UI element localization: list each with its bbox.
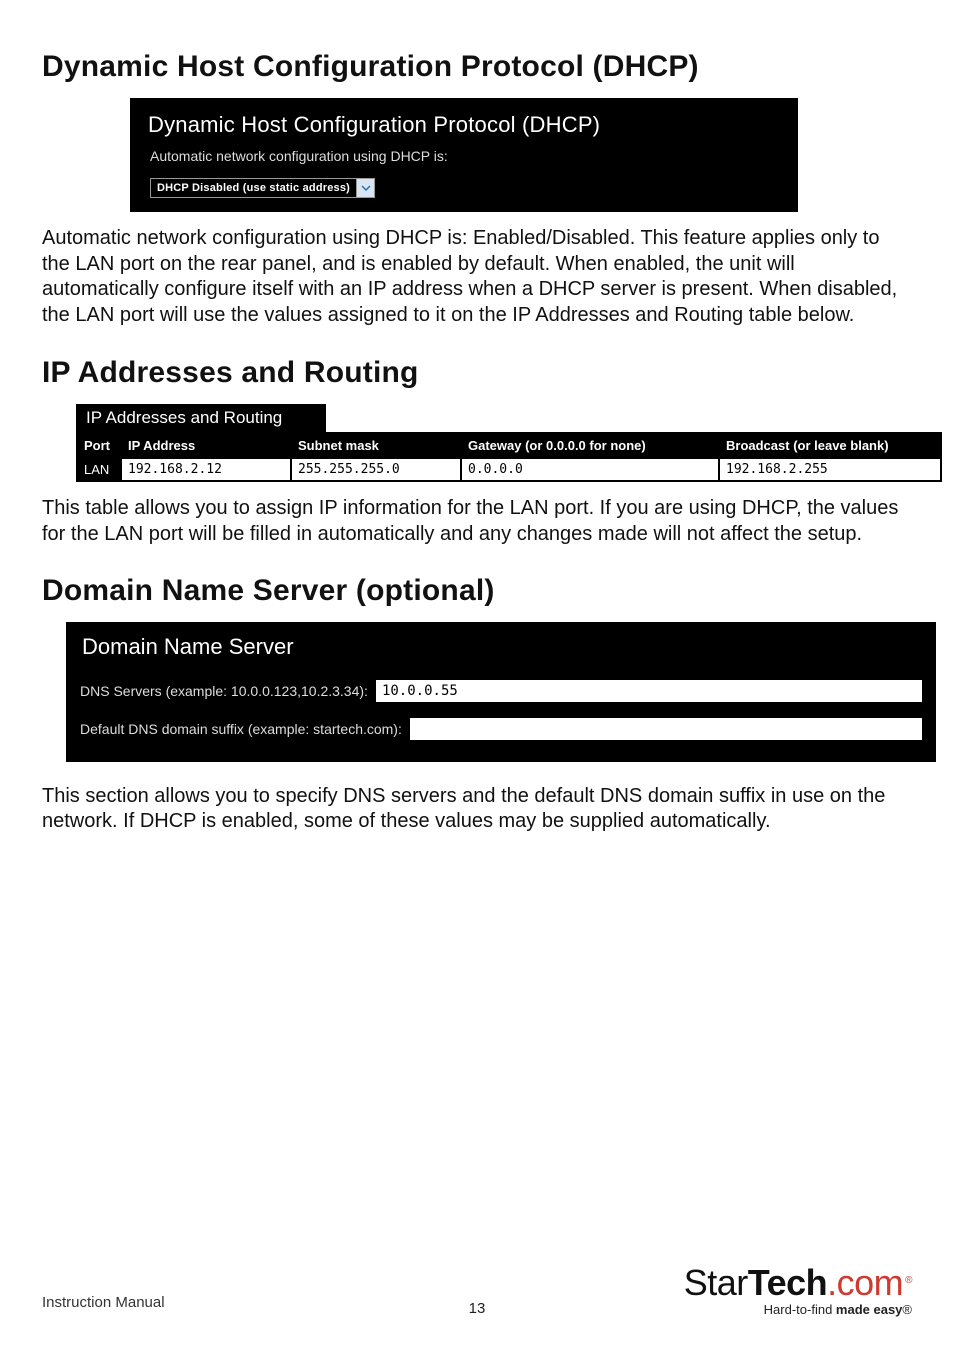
dns-body-text: This section allows you to specify DNS s… xyxy=(42,784,912,835)
page-footer: Instruction Manual 13 StarTech.com® Hard… xyxy=(0,1237,954,1317)
dhcp-mode-select[interactable]: DHCP Disabled (use static address) xyxy=(150,178,375,198)
dhcp-mode-value: DHCP Disabled (use static address) xyxy=(150,178,357,198)
ip-routing-table: Port IP Address Subnet mask Gateway (or … xyxy=(76,432,942,482)
cell-ip[interactable]: 192.168.2.12 xyxy=(121,458,291,481)
col-gateway: Gateway (or 0.0.0.0 for none) xyxy=(461,433,719,458)
ip-body-text: This table allows you to assign IP infor… xyxy=(42,496,912,547)
cell-mask[interactable]: 255.255.255.0 xyxy=(291,458,461,481)
dhcp-body-text: Automatic network configuration using DH… xyxy=(42,226,912,328)
screenshot-ip-table: IP Addresses and Routing Port IP Address… xyxy=(76,404,942,482)
dns-suffix-row: Default DNS domain suffix (example: star… xyxy=(80,718,922,740)
cell-broadcast[interactable]: 192.168.2.255 xyxy=(719,458,941,481)
heading-dhcp: Dynamic Host Configuration Protocol (DHC… xyxy=(42,50,912,84)
dns-servers-row: DNS Servers (example: 10.0.0.123,10.2.3.… xyxy=(80,680,922,702)
dns-servers-label: DNS Servers (example: 10.0.0.123,10.2.3.… xyxy=(80,683,368,699)
panel-subtitle: Automatic network configuration using DH… xyxy=(140,148,788,178)
panel-title: IP Addresses and Routing xyxy=(76,404,326,432)
col-mask: Subnet mask xyxy=(291,433,461,458)
col-port: Port xyxy=(77,433,121,458)
dns-servers-input[interactable] xyxy=(376,680,922,702)
chevron-down-icon xyxy=(357,178,375,198)
dns-suffix-label: Default DNS domain suffix (example: star… xyxy=(80,721,402,737)
cell-port: LAN xyxy=(77,458,121,481)
cell-gateway[interactable]: 0.0.0.0 xyxy=(461,458,719,481)
screenshot-dns-panel: Domain Name Server DNS Servers (example:… xyxy=(66,622,936,762)
tagline-c: ® xyxy=(902,1302,912,1317)
footer-logo: StarTech.com® Hard-to-find made easy® xyxy=(684,1262,912,1317)
registered-icon: ® xyxy=(905,1275,912,1286)
brand-part-a: Star xyxy=(684,1262,748,1304)
screenshot-dhcp-panel: Dynamic Host Configuration Protocol (DHC… xyxy=(130,98,798,212)
heading-ip: IP Addresses and Routing xyxy=(42,356,912,390)
brand-logo: StarTech.com® xyxy=(684,1262,912,1304)
tagline-a: Hard-to-find xyxy=(764,1302,836,1317)
tagline-b: made easy xyxy=(836,1302,903,1317)
table-header-row: Port IP Address Subnet mask Gateway (or … xyxy=(77,433,941,458)
brand-part-b: Tech xyxy=(748,1262,827,1304)
footer-page-number: 13 xyxy=(469,1300,486,1317)
dns-suffix-input[interactable] xyxy=(410,718,922,740)
footer-manual-label: Instruction Manual xyxy=(42,1294,165,1311)
brand-part-c: .com xyxy=(827,1262,903,1304)
col-broadcast: Broadcast (or leave blank) xyxy=(719,433,941,458)
col-ip: IP Address xyxy=(121,433,291,458)
panel-title: Dynamic Host Configuration Protocol (DHC… xyxy=(140,108,788,148)
brand-tagline: Hard-to-find made easy® xyxy=(684,1302,912,1317)
panel-title: Domain Name Server xyxy=(80,632,922,674)
heading-dns: Domain Name Server (optional) xyxy=(42,574,912,608)
table-row: LAN 192.168.2.12 255.255.255.0 0.0.0.0 1… xyxy=(77,458,941,481)
